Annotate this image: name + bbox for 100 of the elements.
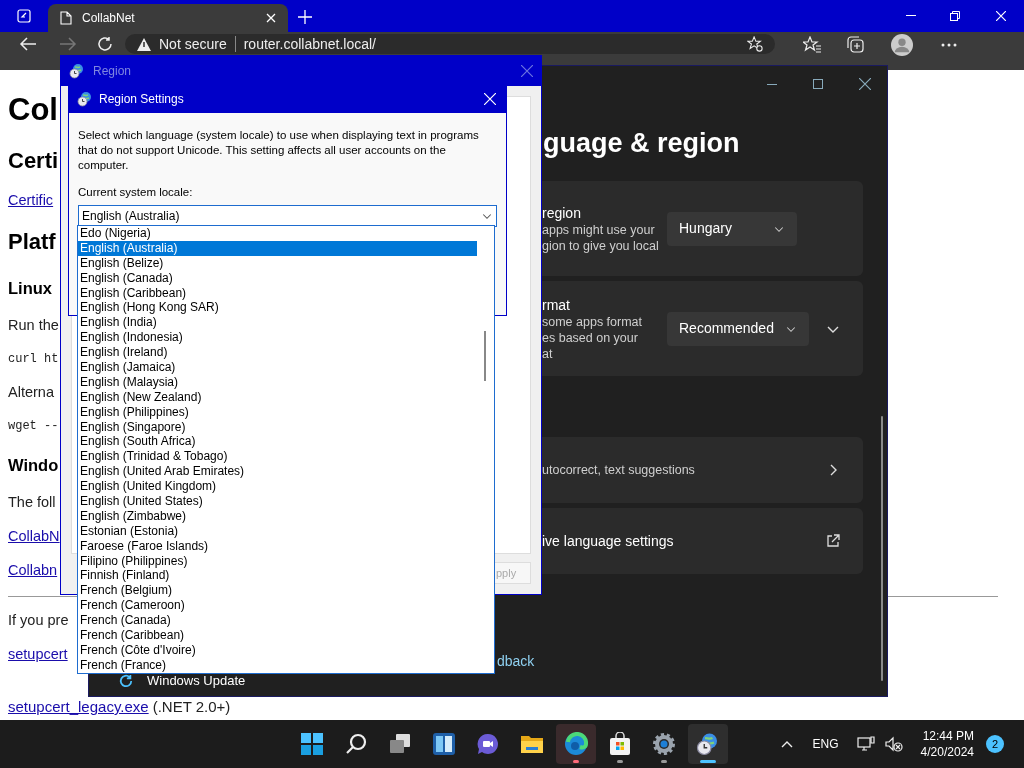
card-title: region — [542, 203, 581, 222]
locale-combobox[interactable]: English (Australia) — [78, 205, 497, 228]
link-note: (.NET 2.0+) — [152, 698, 231, 716]
scrollbar-thumb[interactable] — [484, 331, 486, 381]
link[interactable]: setupcert — [8, 643, 68, 665]
list-option[interactable]: English (Ireland) — [78, 345, 477, 360]
tab-title: CollabNet — [82, 10, 136, 27]
field-label: Current system locale: — [78, 185, 193, 200]
section-heading: Platf — [8, 228, 56, 256]
address-bar[interactable]: Not secure router.collabnet.local/ — [125, 34, 775, 54]
section-heading: Certi — [8, 147, 59, 175]
external-link-icon — [825, 533, 841, 549]
card-description: some apps format — [542, 313, 643, 330]
paragraph: Run the — [8, 316, 59, 335]
list-option[interactable]: English (Zimbabwe) — [78, 508, 477, 524]
code-line: wget -- — [8, 418, 59, 435]
taskbar-button[interactable] — [688, 724, 728, 764]
warning-icon — [137, 37, 151, 51]
address-text: router.collabnet.local/ — [243, 34, 376, 54]
minimize-icon[interactable] — [767, 83, 777, 85]
app-indicator — [617, 760, 623, 763]
list-option[interactable]: Faroese (Faroe Islands) — [78, 538, 477, 554]
close-icon[interactable] — [859, 78, 871, 90]
refresh-icon[interactable] — [97, 36, 113, 52]
feedback-link[interactable]: dback — [491, 651, 535, 672]
page-icon — [60, 11, 72, 25]
more-icon[interactable] — [941, 43, 957, 47]
clock-date[interactable]: 4/20/2024 — [920, 744, 974, 760]
list-option[interactable]: English (United Kingdom) — [78, 479, 477, 495]
speaker-muted-icon[interactable] — [884, 736, 903, 752]
list-option[interactable]: English (United Arab Emirates) — [78, 464, 477, 480]
list-option[interactable]: English (Hong Kong SAR) — [78, 300, 477, 316]
card-description: gion to give you local — [542, 237, 659, 254]
back-icon[interactable] — [19, 36, 37, 52]
list-option[interactable]: French (France) — [78, 657, 477, 673]
list-option[interactable]: English (Singapore) — [78, 419, 477, 435]
profile-avatar-icon[interactable] — [891, 34, 913, 56]
list-option[interactable]: French (Canada) — [78, 613, 477, 629]
list-option[interactable]: English (Trinidad & Tobago) — [78, 449, 477, 465]
notification-badge[interactable]: 2 — [986, 735, 1004, 753]
list-option[interactable]: English (Jamaica) — [78, 360, 477, 375]
list-option[interactable]: English (Belize) — [78, 255, 477, 271]
list-option[interactable]: French (Caribbean) — [78, 628, 477, 643]
list-option[interactable]: Filipino (Philippines) — [78, 553, 477, 569]
new-tab-icon[interactable] — [298, 10, 312, 24]
clock-time[interactable]: 12:44 PM — [922, 728, 974, 744]
list-option[interactable]: Finnish (Finland) — [78, 568, 477, 584]
subsection-heading: Linux — [8, 278, 52, 299]
list-option[interactable]: Edo (Nigeria) — [78, 226, 477, 241]
forward-icon[interactable] — [59, 36, 77, 52]
link[interactable]: Collabn — [8, 559, 58, 581]
list-option[interactable]: French (Côte d'Ivoire) — [78, 642, 477, 658]
dialog-title: Region Settings — [99, 91, 185, 108]
window-title: Region — [93, 63, 133, 80]
card-title: rmat — [542, 295, 570, 314]
gear-icon — [652, 732, 676, 756]
shopping-bag-icon — [608, 732, 632, 756]
browser-icon — [564, 732, 588, 756]
link[interactable]: CollabN — [8, 525, 60, 547]
taskbar-button[interactable] — [556, 724, 596, 764]
globe-icon — [696, 732, 720, 756]
app-indicator — [661, 760, 667, 763]
browser-tab[interactable]: CollabNet — [48, 4, 288, 32]
app-indicator — [573, 760, 579, 763]
list-option[interactable]: French (Cameroon) — [78, 598, 477, 614]
language-indicator[interactable]: ENG — [812, 735, 839, 753]
start-icon — [300, 732, 324, 756]
add-favorite-icon[interactable] — [747, 36, 763, 52]
link[interactable]: Certific — [8, 189, 54, 211]
tab-actions-icon[interactable] — [17, 9, 31, 23]
list-option[interactable]: English (Indonesia) — [78, 330, 477, 346]
page-title: guage & region — [542, 127, 740, 160]
list-option[interactable]: English (Australia) — [78, 240, 477, 256]
card-description: at — [542, 345, 553, 362]
list-option[interactable]: English (Malaysia) — [78, 374, 477, 390]
security-label: Not secure — [159, 34, 227, 54]
list-option[interactable]: English (India) — [78, 315, 477, 331]
collections-icon[interactable] — [847, 36, 865, 54]
card-description: apps might use your — [542, 221, 655, 238]
nav-item[interactable]: Windows Update — [147, 674, 246, 688]
list-option[interactable]: French (Belgium) — [78, 583, 477, 599]
dropdown[interactable]: Recommended — [667, 311, 809, 346]
subsection-heading: Windo — [8, 455, 59, 476]
list-option[interactable]: English (New Zealand) — [78, 389, 477, 405]
code-line: curl ht — [8, 351, 59, 368]
monitor-icon[interactable] — [856, 736, 875, 752]
dropdown[interactable]: Hungary — [667, 211, 797, 246]
search-icon — [344, 732, 368, 756]
list-option[interactable]: English (United States) — [78, 494, 477, 509]
list-option[interactable]: English (South Africa) — [78, 434, 477, 450]
list-option[interactable]: English (Philippines) — [78, 404, 477, 420]
link[interactable]: setupcert_legacy.exe — [8, 698, 149, 716]
list-option[interactable]: English (Caribbean) — [78, 285, 477, 301]
list-option[interactable]: Estonian (Estonia) — [78, 523, 477, 539]
favorites-icon[interactable] — [803, 36, 821, 54]
maximize-icon[interactable] — [813, 79, 823, 89]
list-option[interactable]: English (Canada) — [78, 270, 477, 286]
card-description: utocorrect, text suggestions — [542, 462, 695, 478]
paragraph: Alterna — [8, 383, 54, 402]
restore-icon[interactable] — [950, 11, 960, 21]
